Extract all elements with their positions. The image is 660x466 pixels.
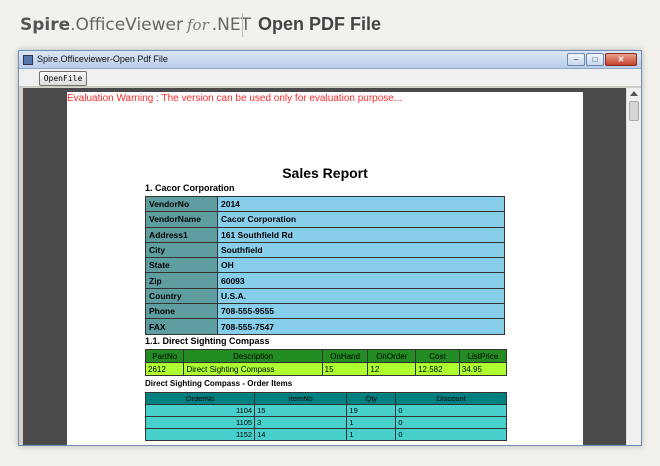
table-header-row: PartNo Description OnHand OnOrder Cost ListPr…	[144, 349, 508, 363]
vendor-field-label: VendorNo	[145, 195, 218, 213]
table-row: Zip 60093	[145, 272, 505, 289]
vendor-field-value: U.S.A.	[217, 287, 505, 305]
window-controls: – □ ✕	[567, 53, 637, 66]
table-header-row: OrderNo ItemNo Qty Discount	[144, 392, 507, 405]
column-header: OrderNo	[144, 392, 256, 405]
table-cell: 34.95	[458, 362, 508, 376]
table-row: 1104 15 19 0	[144, 404, 507, 417]
vendor-field-value: 2014	[217, 195, 505, 213]
column-header: PartNo	[144, 349, 185, 363]
table-row: Country U.S.A.	[145, 287, 505, 305]
column-header: Cost	[415, 349, 460, 363]
window-title: Spire.Officeviewer-Open Pdf File	[37, 54, 168, 64]
banner: Spire.OfficeViewer for .NET Open PDF File	[0, 0, 660, 48]
app-window: Spire.Officeviewer-Open Pdf File – □ ✕ O…	[18, 50, 642, 446]
vendor-field-label: Address1	[145, 226, 218, 243]
table-cell: 1104	[144, 404, 256, 417]
pdf-viewer[interactable]: Evaluation Warning : The version can be …	[23, 88, 627, 445]
scroll-up-arrow-icon[interactable]	[630, 91, 638, 96]
column-header: OnOrder	[367, 349, 417, 363]
table-row: Phone 708-555-9555	[145, 303, 505, 320]
table-cell: 12	[367, 362, 417, 376]
column-header: Description	[183, 349, 323, 363]
app-icon	[23, 55, 33, 65]
table-row: VendorName Cacor Corporation	[145, 211, 505, 228]
orders-title: Direct Sighting Compass - Order Items	[145, 379, 293, 388]
vendor-field-label: City	[145, 241, 218, 259]
vendor-field-value: 708-555-9555	[217, 303, 505, 320]
table-cell: 12.582	[415, 362, 460, 376]
table-row: FAX 708-555-7547	[145, 318, 505, 335]
pdf-page: Evaluation Warning : The version can be …	[67, 92, 583, 445]
table-cell: 0	[395, 416, 507, 429]
vertical-scrollbar[interactable]	[626, 88, 641, 445]
scroll-thumb[interactable]	[629, 101, 639, 121]
maximize-button[interactable]: □	[586, 53, 604, 66]
vendor-field-value: 60093	[217, 272, 505, 289]
table-row: 1152 14 1 0	[144, 428, 507, 441]
table-cell: Direct Sighting Compass	[183, 362, 323, 376]
table-row: Address1 161 Southfield Rd	[145, 226, 505, 243]
toolbar: OpenFile	[19, 69, 641, 87]
vendor-field-value: Southfield	[217, 241, 505, 259]
vendor-field-value: OH	[217, 257, 505, 274]
table-cell: 1	[346, 428, 397, 441]
parts-table: PartNo Description OnHand OnOrder Cost ListPr…	[144, 349, 508, 376]
column-header: Discount	[395, 392, 507, 405]
table-cell: 14	[254, 428, 348, 441]
column-header: ListPrice	[458, 349, 508, 363]
vendor-field-label: Country	[145, 287, 218, 305]
vendor-field-value: 708-555-7547	[217, 318, 505, 335]
table-cell: 1	[346, 416, 397, 429]
table-cell: 1152	[144, 428, 256, 441]
vendor-field-value: Cacor Corporation	[217, 211, 505, 228]
table-cell: 3	[254, 416, 348, 429]
minimize-button[interactable]: –	[567, 53, 585, 66]
vendor-table: VendorNo 2014 VendorName Cacor Corporation A…	[145, 195, 505, 335]
vendor-field-label: Phone	[145, 303, 218, 320]
table-cell: 2612	[144, 362, 185, 376]
vendor-field-label: State	[145, 257, 218, 274]
table-cell: 0	[395, 404, 507, 417]
vendor-field-label: Zip	[145, 272, 218, 289]
column-header: Qty	[346, 392, 397, 405]
evaluation-warning: Evaluation Warning : The version can be …	[67, 93, 403, 104]
close-button[interactable]: ✕	[605, 53, 637, 66]
brand-name-bold: Spire	[20, 15, 71, 35]
brand-for: for	[186, 16, 209, 34]
table-cell: 15	[254, 404, 348, 417]
table-row: 2612 Direct Sighting Compass 15 12 12.582 34.…	[144, 362, 508, 376]
table-cell: 19	[346, 404, 397, 417]
table-cell: 1105	[144, 416, 256, 429]
vendor-field-label: VendorName	[145, 211, 218, 228]
table-row: State OH	[145, 257, 505, 274]
report-title: Sales Report	[282, 165, 368, 181]
column-header: OnHand	[321, 349, 369, 363]
section-heading: 1. Cacor Corporation	[145, 183, 235, 193]
brand-name-rest: .OfficeViewer	[70, 15, 183, 35]
column-header: ItemNo	[254, 392, 348, 405]
table-row: City Southfield	[145, 241, 505, 259]
table-row: 1105 3 1 0	[144, 416, 507, 429]
brand-logo: Spire.OfficeViewer for .NET	[20, 15, 251, 35]
brand-net: .NET	[211, 15, 251, 35]
subsection-heading: 1.1. Direct Sighting Compass	[145, 336, 270, 346]
vendor-field-label: FAX	[145, 318, 218, 335]
window-titlebar[interactable]: Spire.Officeviewer-Open Pdf File – □ ✕	[19, 51, 641, 69]
banner-title: Open PDF File	[258, 14, 382, 34]
vendor-field-value: 161 Southfield Rd	[217, 226, 505, 243]
open-file-button[interactable]: OpenFile	[39, 71, 87, 86]
banner-separator	[242, 13, 243, 37]
orders-table: OrderNo ItemNo Qty Discount 1104 15 19 0 1105 3 1…	[144, 392, 507, 441]
table-cell: 0	[395, 428, 507, 441]
table-cell: 15	[321, 362, 369, 376]
table-row: VendorNo 2014	[145, 195, 505, 213]
